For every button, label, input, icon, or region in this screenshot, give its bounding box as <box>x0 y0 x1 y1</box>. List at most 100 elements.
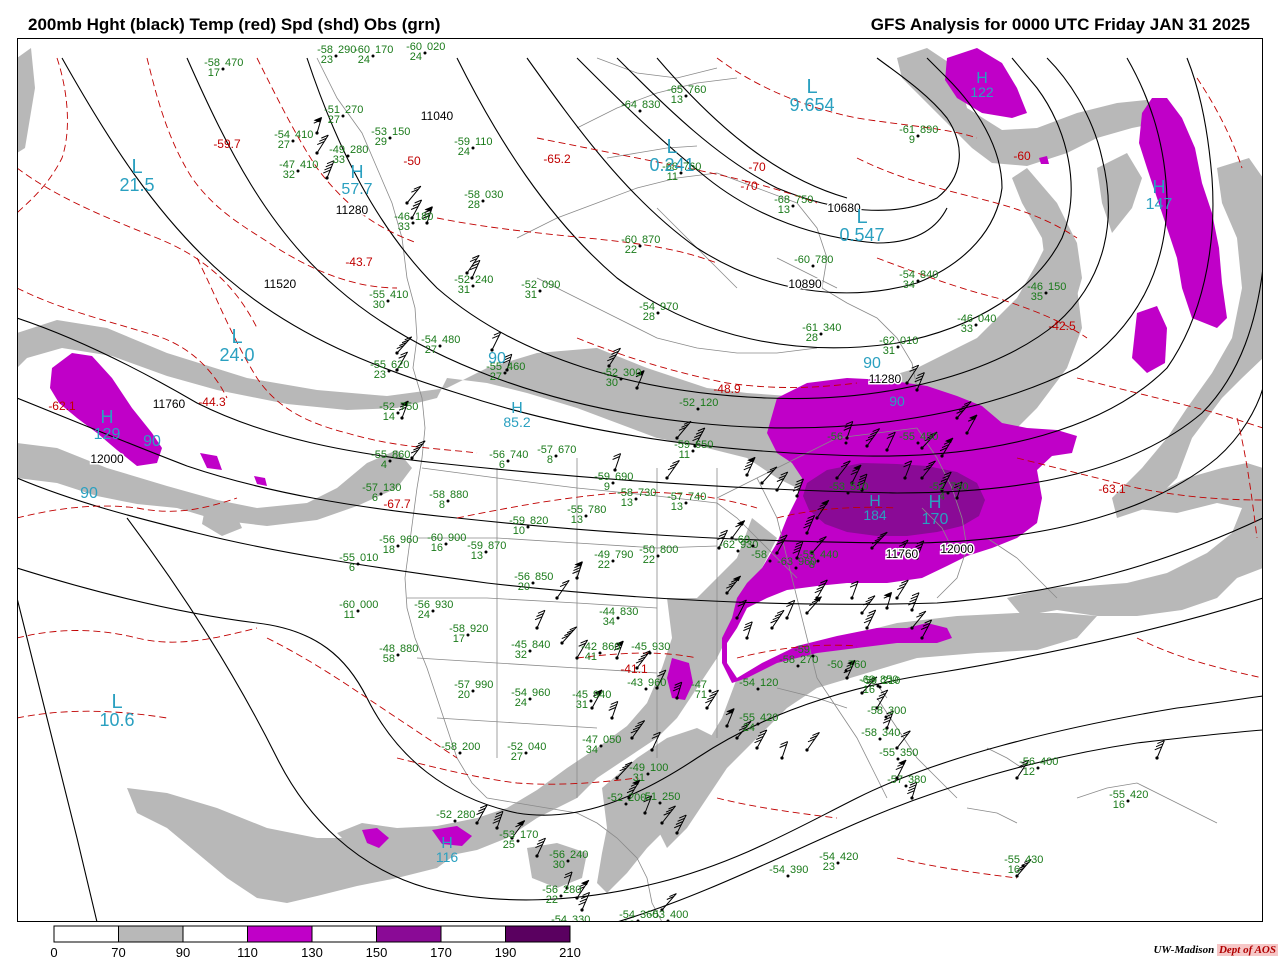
station-dot <box>396 544 400 548</box>
obs-dewpoint-depression: 20 <box>518 581 530 593</box>
obs-temp: -58 <box>751 549 767 561</box>
obs-height: 420 <box>1130 789 1148 801</box>
height-label: 11760 <box>153 397 186 411</box>
obs-height: 730 <box>950 481 968 493</box>
colorbar-label: 130 <box>301 945 323 960</box>
obs-dewpoint-depression: 12 <box>1023 766 1035 778</box>
height-label: 11280 <box>336 203 369 217</box>
obs-height: 330 <box>572 914 590 922</box>
obs-dewpoint-depression: 24 <box>358 54 370 66</box>
obs-height: 990 <box>475 679 493 691</box>
height-label: 12000 <box>90 452 124 466</box>
station-dot <box>584 514 588 518</box>
station-dot <box>658 801 662 805</box>
obs-height: 800 <box>660 544 678 556</box>
obs-dewpoint-depression: 22 <box>643 554 655 566</box>
obs-height: 410 <box>390 289 408 301</box>
station-dot <box>481 199 485 203</box>
obs-height: 790 <box>615 549 633 561</box>
obs-temp: -63 <box>777 556 793 568</box>
obs-dewpoint-depression: 32 <box>283 169 295 181</box>
obs-dewpoint-depression: 23 <box>374 369 386 381</box>
obs-height: 350 <box>900 747 918 759</box>
colorbar-bin <box>440 925 506 943</box>
obs-height: 780 <box>815 254 833 266</box>
station-dot <box>423 51 427 55</box>
station-dot <box>1021 864 1025 868</box>
obs-height: 880 <box>400 643 418 655</box>
station-dot <box>796 664 800 668</box>
station-dot <box>819 332 823 336</box>
station-dot <box>844 669 848 673</box>
obs-temp: -54 <box>769 864 785 876</box>
obs-dewpoint-depression: 30 <box>553 859 565 871</box>
obs-height: 240 <box>475 274 493 286</box>
obs-dewpoint-depression: 22 <box>625 244 637 256</box>
station-dot <box>296 169 300 173</box>
station-dot <box>554 454 558 458</box>
obs-height: 300 <box>888 705 906 717</box>
temperature-label: -50 <box>403 154 421 168</box>
station-dot <box>471 284 475 288</box>
center-value: 147 <box>1146 196 1173 213</box>
obs-temp: -50 <box>827 659 843 671</box>
station-dot <box>589 699 593 703</box>
station-dot <box>646 772 650 776</box>
obs-dewpoint-depression: 4 <box>381 459 387 471</box>
obs-height: 480 <box>442 334 460 346</box>
colorbar-bin <box>505 925 571 943</box>
center-value: 24.0 <box>219 345 254 365</box>
center-value: 21.5 <box>119 175 154 195</box>
obs-height: 110 <box>475 136 493 148</box>
station-dot <box>566 859 570 863</box>
obs-dewpoint-depression: 23 <box>823 861 835 873</box>
station-dot <box>736 549 740 553</box>
station-dot <box>396 411 400 415</box>
center-value: 116 <box>436 849 459 865</box>
center-value: 9.654 <box>789 95 834 115</box>
obs-dewpoint-depression: 24 <box>743 722 755 734</box>
obs-height: 750 <box>400 401 418 413</box>
station-dot <box>811 264 815 268</box>
obs-dewpoint-depression: 25 <box>503 839 515 851</box>
analysis-time: GFS Analysis for 0000 UTC Friday JAN 31 … <box>870 15 1250 34</box>
obs-height: 390 <box>790 864 808 876</box>
station-dot <box>528 697 532 701</box>
colorbar-bin <box>311 925 377 943</box>
obs-dewpoint-depression: 13 <box>778 204 790 216</box>
station-dot <box>836 861 840 865</box>
center-letter: H <box>929 492 942 512</box>
station-dot <box>684 94 688 98</box>
station-dot <box>524 751 528 755</box>
obs-height: 420 <box>840 851 858 863</box>
obs-height: 040 <box>978 313 996 325</box>
temperature-label: -70 <box>740 179 758 193</box>
station-dot <box>896 345 900 349</box>
obs-temp: -52 <box>607 792 623 804</box>
obs-dewpoint-depression: 13 <box>571 514 583 526</box>
station-dot <box>691 449 695 453</box>
obs-temp: -58 <box>867 705 883 717</box>
obs-temp: -58 <box>441 741 457 753</box>
station-dot <box>811 654 815 658</box>
obs-height: 970 <box>660 301 678 313</box>
speed-contour-label: 90 <box>889 393 905 409</box>
obs-height: 410 <box>300 159 318 171</box>
station-dot <box>1036 766 1040 770</box>
temperature-label: -67.7 <box>383 497 411 511</box>
obs-temp: -55 <box>879 747 895 759</box>
station-dot <box>506 459 510 463</box>
obs-dewpoint-depression: 9 <box>909 134 915 146</box>
center-value: 90 <box>80 485 98 502</box>
obs-dewpoint-depression: 31 <box>525 289 537 301</box>
station-dot <box>656 311 660 315</box>
obs-temp: -60 <box>734 534 750 546</box>
obs-height: 090 <box>542 279 560 291</box>
obs-dewpoint-depression: 35 <box>1031 291 1043 303</box>
obs-dewpoint-depression: 14 <box>383 411 395 423</box>
obs-height: 760 <box>848 659 866 671</box>
obs-dewpoint-depression: 31 <box>576 699 588 711</box>
obs-height: 780 <box>588 504 606 516</box>
station-dot <box>484 550 488 554</box>
obs-dewpoint-depression: 28 <box>468 199 480 211</box>
